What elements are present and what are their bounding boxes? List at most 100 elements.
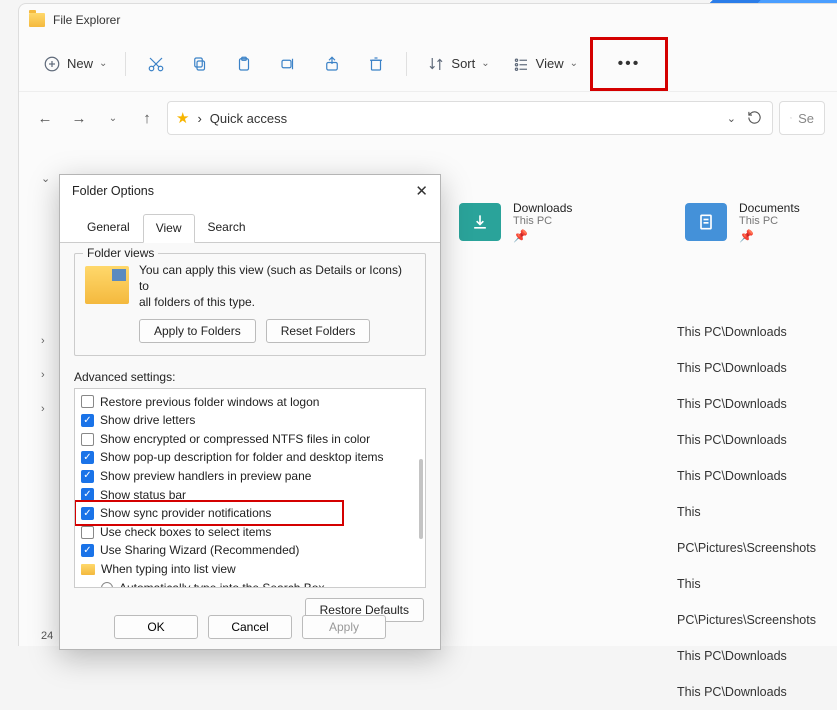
folder-views-text: You can apply this view (such as Details… <box>139 262 415 311</box>
item-sub: This PC <box>739 215 800 227</box>
folder-views-icon <box>85 266 129 304</box>
more-button[interactable]: ••• <box>609 46 649 82</box>
back-button[interactable]: ← <box>31 104 59 132</box>
separator <box>406 52 407 76</box>
advanced-item[interactable]: When typing into list view <box>81 560 419 579</box>
checkbox[interactable]: ✓ <box>81 544 94 557</box>
new-button[interactable]: New ⌄ <box>33 46 115 82</box>
quick-item-downloads[interactable]: Downloads This PC 📌 <box>459 201 572 243</box>
title-bar[interactable]: File Explorer <box>19 4 837 36</box>
item-label: Use check boxes to select items <box>100 523 271 542</box>
list-item[interactable]: This PC\Downloads <box>677 350 837 386</box>
refresh-icon[interactable] <box>747 110 762 128</box>
search-placeholder: Se <box>798 111 814 126</box>
dialog-titlebar[interactable]: Folder Options ✕ <box>60 175 440 207</box>
advanced-settings-list[interactable]: Restore previous folder windows at logon… <box>74 388 426 588</box>
pin-icon: 📌 <box>739 229 800 243</box>
address-chevron-icon[interactable]: ⌄ <box>727 112 736 125</box>
apply-to-folders-button[interactable]: Apply to Folders <box>139 319 256 343</box>
item-label: Use Sharing Wizard (Recommended) <box>100 541 299 560</box>
item-label: Show preview handlers in preview pane <box>100 467 311 486</box>
rename-button[interactable] <box>268 46 308 82</box>
recent-locations: This PC\Downloads This PC\Downloads This… <box>677 314 837 710</box>
apply-button[interactable]: Apply <box>302 615 386 639</box>
item-title: Downloads <box>513 201 572 215</box>
list-item[interactable]: This PC\Downloads <box>677 674 837 710</box>
item-label: Show status bar <box>100 486 186 505</box>
advanced-item[interactable]: ✓ Show preview handlers in preview pane <box>81 467 419 486</box>
view-button[interactable]: View ⌄ <box>502 46 586 82</box>
checkbox[interactable]: ✓ <box>81 470 94 483</box>
address-path: Quick access <box>210 111 287 126</box>
advanced-item[interactable]: Restore previous folder windows at logon <box>81 393 419 412</box>
up-button[interactable]: ↑ <box>133 104 161 132</box>
close-button[interactable]: ✕ <box>415 182 428 200</box>
checkbox[interactable] <box>81 395 94 408</box>
chevron-down-icon: ⌄ <box>99 58 107 69</box>
checkbox[interactable] <box>81 433 94 446</box>
address-sep: › <box>197 111 201 126</box>
forward-button[interactable]: → <box>65 104 93 132</box>
advanced-label: Advanced settings: <box>74 370 426 384</box>
item-label: Show encrypted or compressed NTFS files … <box>100 430 370 449</box>
toolbar: New ⌄ Sort ⌄ View ⌄ ••• <box>19 36 837 92</box>
quick-item-documents[interactable]: Documents This PC 📌 <box>685 201 800 243</box>
paste-button[interactable] <box>224 46 264 82</box>
list-item[interactable]: This PC\Pictures\Screenshots <box>677 494 837 566</box>
sort-label: Sort <box>451 56 475 71</box>
recent-button[interactable]: ⌄ <box>99 104 127 132</box>
checkbox[interactable]: ✓ <box>81 414 94 427</box>
list-item[interactable]: This PC\Downloads <box>677 314 837 350</box>
checkbox[interactable] <box>81 526 94 539</box>
list-item[interactable]: This PC\Pictures\Screenshots <box>677 566 837 638</box>
advanced-item[interactable]: ✓ Use Sharing Wizard (Recommended) <box>81 541 419 560</box>
advanced-item[interactable]: Automatically type into the Search Box <box>81 579 419 588</box>
advanced-item[interactable]: Use check boxes to select items <box>81 523 419 542</box>
list-item[interactable]: This PC\Downloads <box>677 422 837 458</box>
cancel-button[interactable]: Cancel <box>208 615 292 639</box>
address-bar[interactable]: ★ › Quick access ⌄ <box>167 101 773 135</box>
folder-icon <box>81 564 95 575</box>
dialog-body: Folder views You can apply this view (su… <box>60 243 440 632</box>
more-button-highlight: ••• <box>590 37 668 91</box>
copy-button[interactable] <box>180 46 220 82</box>
window-title: File Explorer <box>53 13 120 27</box>
reset-folders-button[interactable]: Reset Folders <box>266 319 371 343</box>
list-item[interactable]: This PC\Downloads <box>677 638 837 674</box>
share-button[interactable] <box>312 46 352 82</box>
item-sub: This PC <box>513 215 572 227</box>
advanced-item[interactable]: Show encrypted or compressed NTFS files … <box>81 430 419 449</box>
ok-button[interactable]: OK <box>114 615 198 639</box>
checkbox[interactable]: ✓ <box>81 507 94 520</box>
documents-icon <box>685 203 727 241</box>
advanced-item[interactable]: ✓Show drive letters <box>81 411 419 430</box>
search-input[interactable]: Se <box>779 101 825 135</box>
advanced-item[interactable]: ✓Show sync provider notifications <box>81 504 419 523</box>
tab-general[interactable]: General <box>74 213 143 242</box>
delete-button[interactable] <box>356 46 396 82</box>
star-icon: ★ <box>176 109 189 127</box>
tab-view[interactable]: View <box>143 214 195 243</box>
sort-button[interactable]: Sort ⌄ <box>417 46 497 82</box>
folder-icon <box>29 13 45 27</box>
advanced-item[interactable]: ✓Show pop-up description for folder and … <box>81 448 419 467</box>
cut-button[interactable] <box>136 46 176 82</box>
new-label: New <box>67 56 93 71</box>
scrollbar[interactable] <box>419 459 423 539</box>
item-label: When typing into list view <box>101 560 236 579</box>
pin-icon: 📌 <box>513 229 572 243</box>
downloads-icon <box>459 203 501 241</box>
advanced-item[interactable]: ✓ Show status bar <box>81 486 419 505</box>
checkbox[interactable]: ✓ <box>81 488 94 501</box>
separator <box>125 52 126 76</box>
list-item[interactable]: This PC\Downloads <box>677 458 837 494</box>
checkbox[interactable]: ✓ <box>81 451 94 464</box>
radio[interactable] <box>101 582 113 588</box>
group-legend: Folder views <box>83 246 158 260</box>
chevron-down-icon: ⌄ <box>570 58 578 69</box>
folder-options-dialog: Folder Options ✕ General View Search Fol… <box>59 174 441 650</box>
tab-search[interactable]: Search <box>195 213 259 242</box>
list-item[interactable]: This PC\Downloads <box>677 386 837 422</box>
dialog-footer: OK Cancel Apply <box>60 615 440 639</box>
status-count: 24 <box>41 630 53 642</box>
